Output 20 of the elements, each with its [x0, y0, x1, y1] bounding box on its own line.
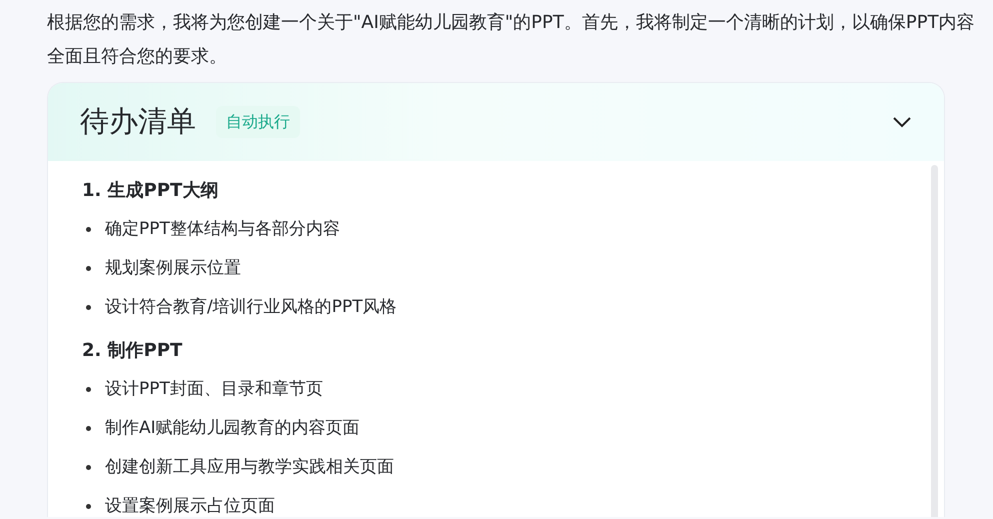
bullet-icon: [86, 465, 91, 470]
task-item: 设置案例展示占位页面: [105, 495, 275, 517]
task-item: 制作AI赋能幼儿园教育的内容页面: [105, 417, 360, 440]
intro-paragraph: 根据您的需求，我将为您创建一个关于"AI赋能幼儿园教育"的PPT。首先，我将制定一个清晰的计划，以确保PPT内容全面且符合您的要求。: [47, 11, 976, 69]
bullet-icon: [86, 387, 91, 392]
task-item: 规划案例展示位置: [105, 257, 241, 280]
bullet-icon: [86, 227, 91, 232]
auto-run-tag: 自动执行: [216, 106, 300, 138]
task-item: 设计PPT封面、目录和章节页: [105, 378, 323, 401]
task-item: 设计符合教育/培训行业风格的PPT风格: [105, 296, 397, 319]
bullet-icon: [86, 266, 91, 271]
section-heading: 1. 生成PPT大纲: [82, 179, 220, 203]
task-item: 创建创新工具应用与教学实践相关页面: [105, 456, 394, 479]
bullet-icon: [86, 504, 91, 509]
todo-title: 待办清单: [80, 103, 196, 140]
collapse-button[interactable]: [892, 116, 912, 128]
section-heading: 2. 制作PPT: [82, 339, 184, 363]
bullet-icon: [86, 305, 91, 310]
bullet-icon: [86, 426, 91, 431]
task-item: 确定PPT整体结构与各部分内容: [105, 218, 340, 241]
